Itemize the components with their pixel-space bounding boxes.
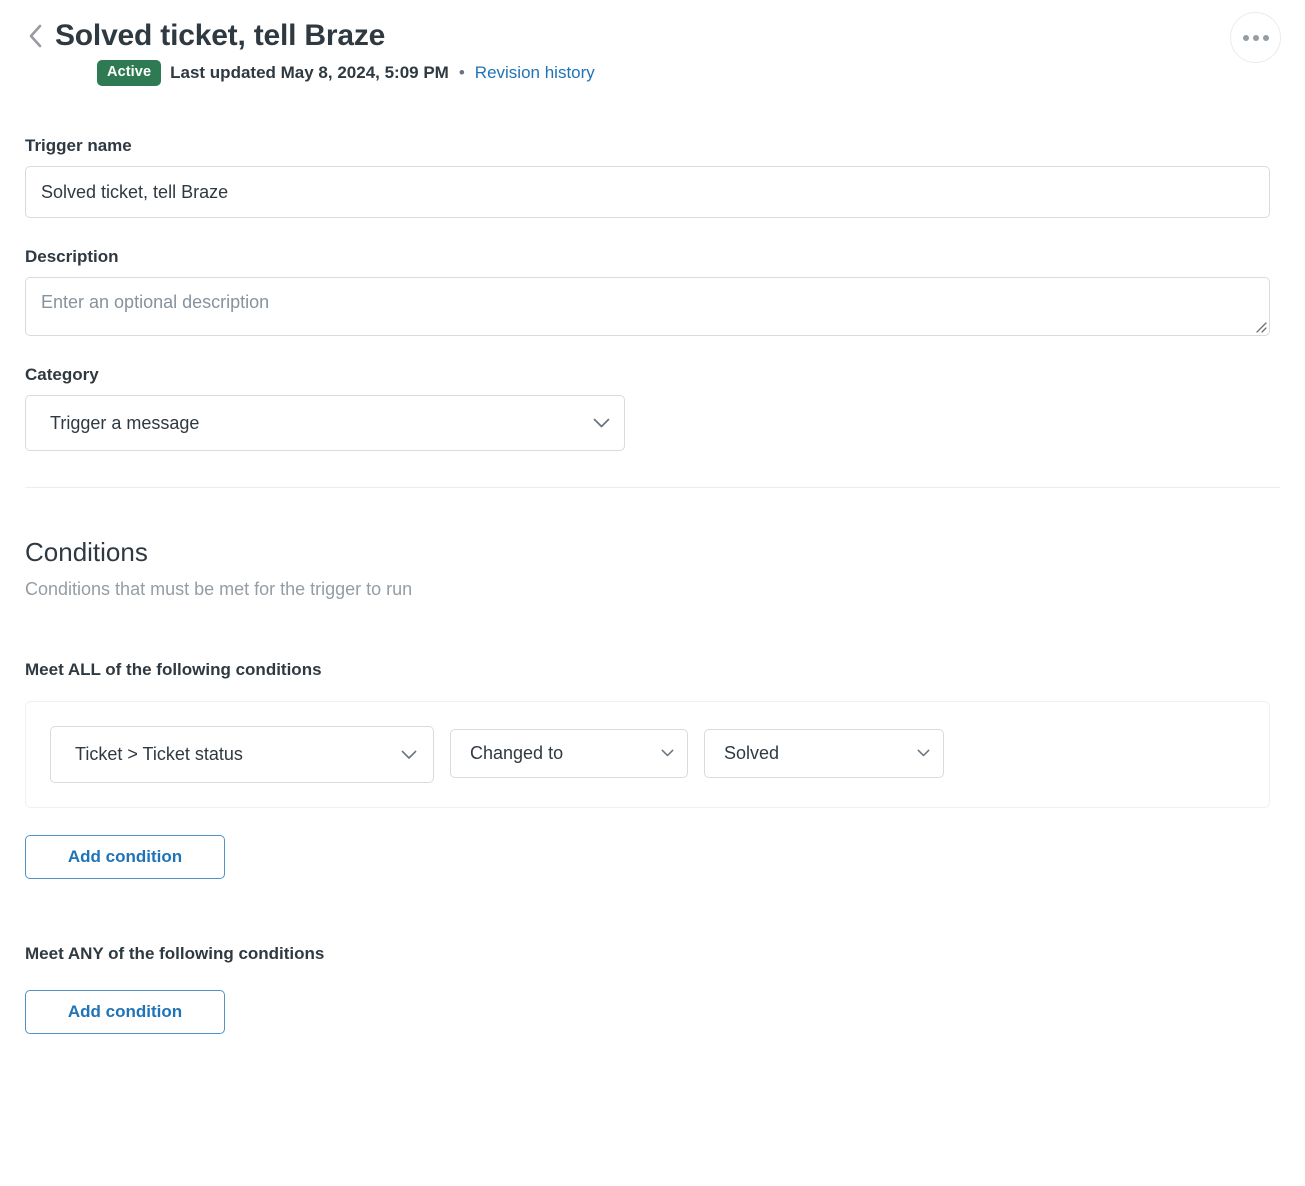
description-field: Description [25, 246, 1280, 336]
condition-operator-value: Changed to [470, 743, 563, 764]
last-updated-text: Last updated May 8, 2024, 5:09 PM [170, 61, 449, 85]
meta-separator: • [459, 61, 465, 85]
meet-any-heading: Meet ANY of the following conditions [25, 943, 1280, 965]
page-title: Solved ticket, tell Braze [55, 16, 385, 56]
conditions-title: Conditions [25, 535, 1280, 569]
add-condition-button-all[interactable]: Add condition [25, 835, 225, 879]
condition-operator-select[interactable]: Changed to [450, 729, 688, 778]
status-badge: Active [97, 60, 161, 86]
ellipsis-dot [1263, 35, 1269, 41]
description-label: Description [25, 246, 1280, 268]
chevron-down-icon [401, 727, 417, 782]
category-label: Category [25, 364, 1280, 386]
trigger-name-label: Trigger name [25, 135, 1280, 157]
condition-value-value: Solved [724, 743, 779, 764]
conditions-card: Ticket > Ticket status Changed to Solved [25, 701, 1270, 808]
trigger-name-input[interactable] [25, 166, 1270, 218]
ellipsis-dot [1253, 35, 1259, 41]
header-meta-row: Active Last updated May 8, 2024, 5:09 PM… [25, 60, 1280, 86]
ellipsis-dot [1243, 35, 1249, 41]
ellipsis-icon[interactable] [1230, 12, 1281, 63]
conditions-section: Conditions Conditions that must be met f… [0, 535, 1305, 1034]
condition-field-select[interactable]: Ticket > Ticket status [50, 726, 434, 783]
category-field: Category Trigger a message [25, 364, 1280, 451]
description-textarea-wrap [25, 277, 1270, 336]
page-header: Solved ticket, tell Braze Active Last up… [0, 0, 1305, 86]
meet-any-group: Meet ANY of the following conditions Add… [25, 943, 1280, 1034]
description-textarea[interactable] [25, 277, 1270, 336]
chevron-down-icon [661, 730, 674, 777]
section-divider [25, 487, 1280, 488]
trigger-form: Trigger name Description Category Trigge… [0, 135, 1305, 451]
category-select-value: Trigger a message [50, 413, 199, 434]
conditions-subtitle: Conditions that must be met for the trig… [25, 577, 1280, 601]
title-row: Solved ticket, tell Braze [25, 16, 1280, 56]
trigger-name-field: Trigger name [25, 135, 1280, 218]
meet-all-heading: Meet ALL of the following conditions [25, 659, 1280, 681]
category-select[interactable]: Trigger a message [25, 395, 625, 451]
condition-field-value: Ticket > Ticket status [75, 744, 243, 765]
chevron-down-icon [917, 730, 930, 777]
revision-history-link[interactable]: Revision history [475, 61, 595, 85]
chevron-left-icon[interactable] [25, 19, 45, 53]
chevron-down-icon [593, 396, 610, 450]
add-condition-button-any[interactable]: Add condition [25, 990, 225, 1034]
condition-value-select[interactable]: Solved [704, 729, 944, 778]
